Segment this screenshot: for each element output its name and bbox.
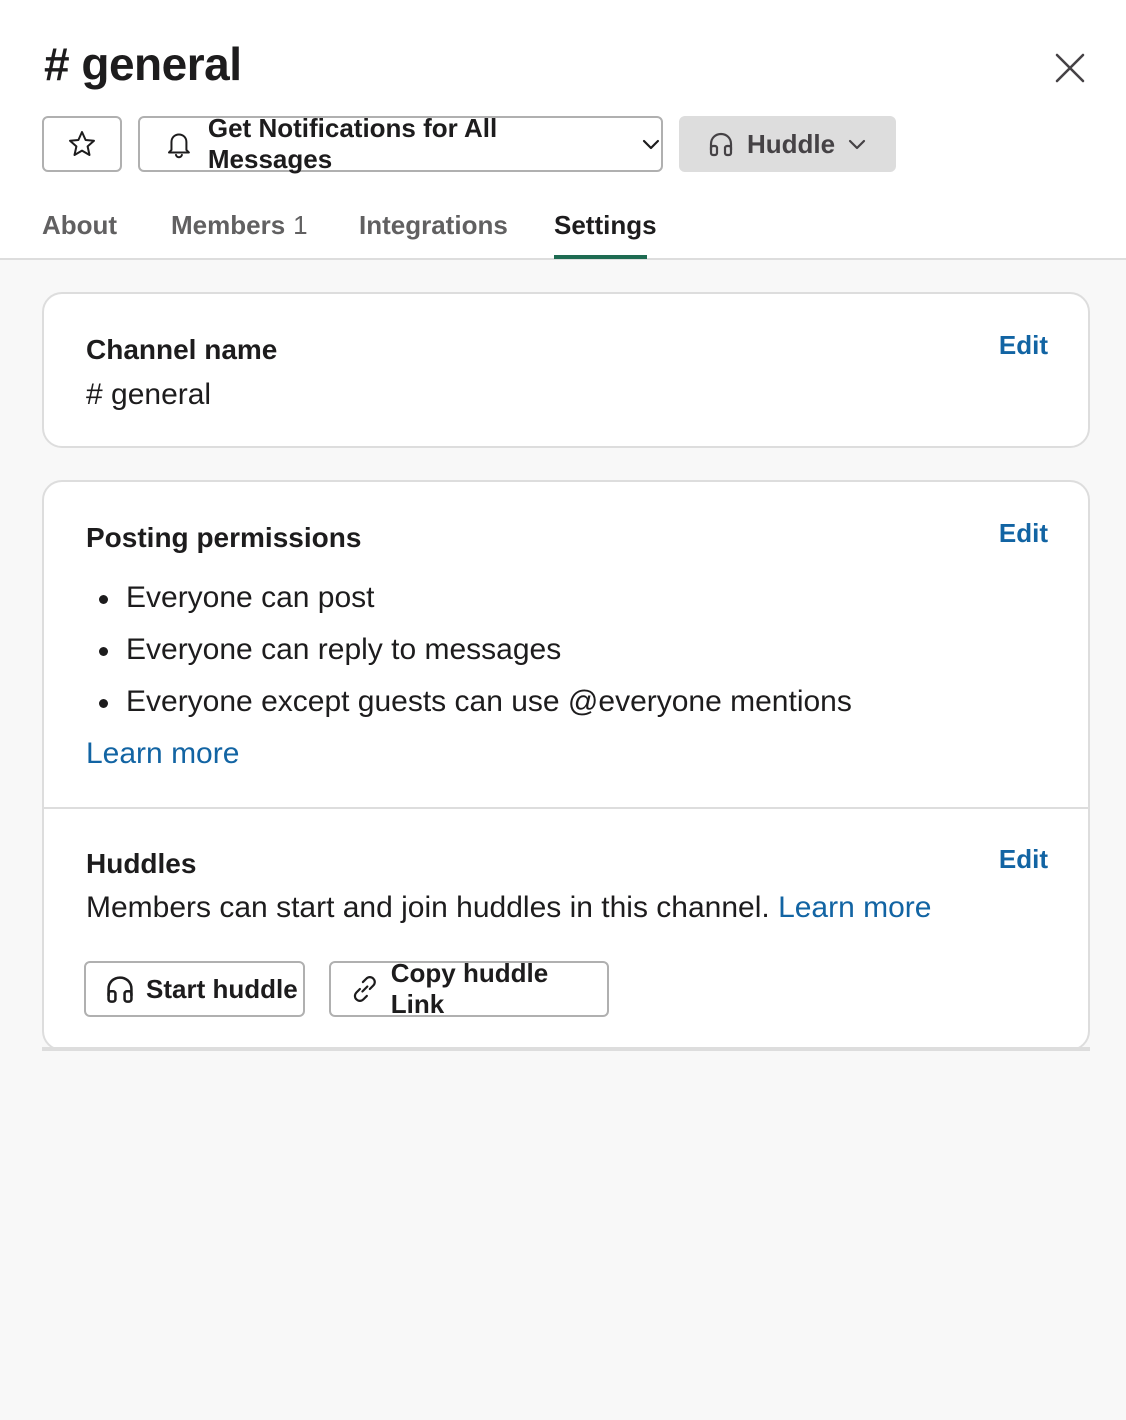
page-title: # general [44, 38, 242, 90]
members-count: 1 [293, 210, 308, 240]
bell-icon [167, 133, 190, 159]
notifications-label: Get Notifications for All Messages [207, 113, 498, 174]
chevron-down-icon [849, 139, 866, 150]
learn-more-link[interactable]: Learn more [86, 735, 239, 773]
notifications-button[interactable]: Get Notifications for All Messages [138, 113, 663, 174]
section-title: Posting permissions [86, 522, 362, 553]
huddles-description-text: Members can start and join huddles in th… [86, 891, 770, 924]
channel-name-value: # general [86, 378, 212, 411]
huddle-button[interactable]: Huddle [679, 116, 896, 172]
link-icon [353, 976, 376, 1002]
close-icon [1055, 53, 1085, 83]
tab-label: Members [171, 210, 286, 240]
edit-huddles-link[interactable]: Edit [999, 842, 1048, 876]
tab-members[interactable]: Members 1 [171, 208, 308, 242]
list-item: Everyone can post [86, 572, 852, 624]
chevron-down-icon [642, 139, 660, 150]
tab-label: About [42, 210, 118, 240]
copy-huddle-link-button[interactable]: Copy huddle Link [329, 958, 609, 1019]
tab-about[interactable]: About [42, 208, 117, 242]
list-item: Everyone can reply to messages [86, 624, 852, 676]
permissions-list: Everyone can post Everyone can reply to … [86, 572, 852, 728]
channel-details-header: # general Get Notifications for All Mess… [0, 0, 1126, 260]
start-huddle-label: Start huddle [146, 973, 298, 1004]
start-huddle-button[interactable]: Start huddle [84, 961, 305, 1017]
settings-card: Posting permissions Edit Everyone can po… [42, 480, 1090, 1051]
headphones-icon [107, 976, 133, 1003]
divider [42, 1047, 1090, 1051]
edit-posting-permissions-link[interactable]: Edit [999, 516, 1048, 550]
section-title: Channel name [86, 334, 278, 365]
tab-label: Integrations [359, 210, 508, 240]
tab-integrations[interactable]: Integrations [359, 208, 508, 242]
tab-bar: About Members 1 Integrations Settings [0, 200, 1126, 260]
section-title: Huddles [86, 848, 197, 879]
huddles-description: Members can start and join huddles in th… [86, 889, 931, 927]
active-tab-indicator [554, 255, 647, 259]
tab-settings[interactable]: Settings [554, 208, 657, 242]
channel-name-card: Channel name Edit # general [42, 292, 1090, 448]
tab-label: Settings [554, 210, 657, 240]
headphones-icon [709, 132, 733, 157]
star-button[interactable] [42, 116, 122, 172]
edit-channel-name-link[interactable]: Edit [999, 328, 1048, 362]
star-icon [69, 131, 95, 156]
close-button[interactable] [1046, 46, 1094, 90]
divider [44, 807, 1088, 809]
huddle-label: Huddle [747, 128, 836, 159]
copy-huddle-link-label: Copy huddle Link [390, 958, 549, 1019]
learn-more-link[interactable]: Learn more [778, 891, 931, 924]
list-item: Everyone except guests can use @everyone… [86, 676, 852, 728]
